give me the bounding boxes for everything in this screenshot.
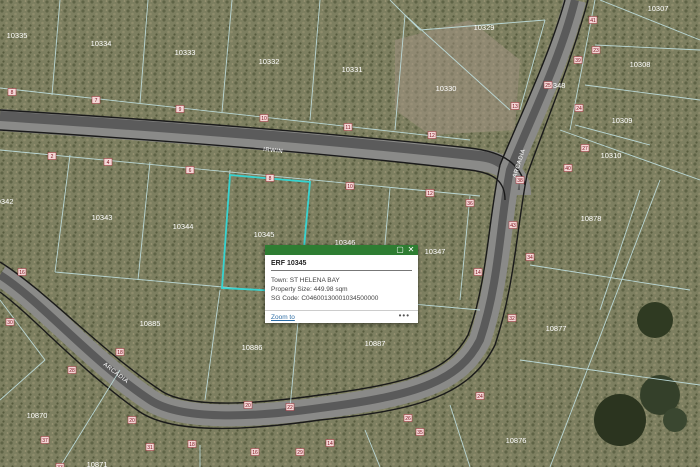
beacon-label: 12 [427, 191, 433, 197]
beacon-marker: 41 [588, 16, 598, 24]
beacon-label: 12 [429, 133, 435, 139]
popup-size: Property Size: 449.98 sqm [271, 286, 348, 293]
beacon-label: 30 [7, 320, 13, 326]
beacon-marker: 31 [145, 443, 155, 451]
beacon-label: 8 [11, 90, 14, 96]
beacon-label: 18 [189, 442, 195, 448]
beacon-marker: 35 [415, 428, 425, 436]
beacon-label: 4 [107, 160, 110, 166]
beacon-marker: 12 [427, 131, 437, 139]
beacon-marker: 18 [115, 348, 125, 356]
beacon-marker: 10 [259, 114, 269, 122]
beacon-marker: 23 [591, 46, 601, 54]
beacon-label: 32 [509, 316, 515, 322]
beacon-label: 29 [297, 450, 303, 456]
beacon-marker: 8 [7, 88, 17, 96]
beacon-marker: 11 [343, 123, 353, 131]
beacon-marker: 7 [91, 96, 101, 104]
beacon-label: 16 [19, 270, 25, 276]
beacon-label: 25 [545, 83, 551, 89]
beacon-marker: 24 [574, 104, 584, 112]
beacon-marker: 18 [187, 440, 197, 448]
feature-popup[interactable]: ▢ ✕ ERF 10345 Town: ST HELENA BAY Proper… [265, 245, 418, 323]
beacon-marker: 28 [67, 366, 77, 374]
beacon-label: 36 [467, 201, 473, 207]
beacon-label: 31 [147, 445, 153, 451]
beacon-label: 14 [475, 270, 481, 276]
beacon-marker: 22 [285, 403, 295, 411]
beacon-label: 35 [417, 430, 423, 436]
beacon-label: 6 [189, 168, 192, 174]
beacon-marker: 12 [425, 189, 435, 197]
map-view[interactable]: IRWIN ARCADIA ARCADIA 10335 10334 10333 … [0, 0, 700, 467]
beacon-marker: 16 [17, 268, 27, 276]
beacon-label: 18 [117, 350, 123, 356]
beacon-marker: 36 [465, 199, 475, 207]
beacon-marker: 27 [580, 144, 590, 152]
beacon-label: 14 [327, 441, 333, 447]
beacon-marker: 40 [563, 164, 573, 172]
popup-title: ERF 10345 [271, 260, 307, 267]
beacon-label: 34 [527, 255, 533, 261]
beacon-label: 24 [576, 106, 582, 112]
beacon-marker: 8 [265, 174, 275, 182]
beacon-marker: 30 [5, 318, 15, 326]
beacon-marker: 16 [250, 448, 260, 456]
beacon-label: 40 [565, 166, 571, 172]
maximize-icon[interactable]: ▢ [396, 246, 404, 254]
beacon-label: 20 [245, 403, 251, 409]
beacon-marker: 32 [507, 314, 517, 322]
beacon-label: 38 [517, 178, 523, 184]
beacon-label: 11 [345, 125, 350, 131]
beacon-marker: 6 [185, 166, 195, 174]
beacon-label: 16 [252, 450, 258, 456]
beacon-label: 43 [510, 223, 516, 229]
beacon-label: 22 [287, 405, 293, 411]
beacon-marker: 13 [510, 102, 520, 110]
beacon-marker: 9 [175, 105, 185, 113]
zoom-to-link[interactable]: Zoom to [271, 314, 295, 321]
beacon-label: 41 [590, 18, 596, 24]
beacon-marker: 24 [475, 392, 485, 400]
beacon-marker: 29 [295, 448, 305, 456]
beacon-marker: 4 [103, 158, 113, 166]
beacon-marker: 39 [573, 56, 583, 64]
beacon-label: 39 [575, 58, 581, 64]
beacon-label: 10 [261, 116, 267, 122]
beacon-marker: 38 [515, 176, 525, 184]
beacon-marker: 14 [473, 268, 483, 276]
beacon-label: 2 [51, 154, 54, 160]
beacon-marker: 14 [325, 439, 335, 447]
beacon-marker: 33 [55, 463, 65, 467]
close-icon[interactable]: ✕ [407, 246, 415, 254]
beacon-marker: 34 [525, 253, 535, 261]
popup-footer: Zoom to ••• [265, 310, 418, 323]
beacon-label: 8 [269, 176, 272, 182]
beacon-label: 13 [512, 104, 518, 110]
beacon-marker: 25 [543, 81, 553, 89]
beacon-marker: 10 [345, 182, 355, 190]
beacon-label: 27 [582, 146, 588, 152]
beacon-label: 37 [42, 438, 48, 444]
more-options-button[interactable]: ••• [399, 311, 410, 320]
beacon-label: 7 [95, 98, 98, 104]
beacon-marker: 20 [243, 401, 253, 409]
beacon-label: 24 [477, 394, 483, 400]
beacon-label: 23 [593, 48, 599, 54]
popup-header: ▢ ✕ [265, 245, 418, 255]
beacon-marker: 37 [40, 436, 50, 444]
beacon-label: 10 [347, 184, 353, 190]
beacon-marker: 26 [403, 414, 413, 422]
beacon-layer: 879101112132524232468101214161820 2224261… [5, 16, 601, 467]
beacon-label: 28 [69, 368, 75, 374]
beacon-marker: 2 [47, 152, 57, 160]
beacon-label: 20 [129, 418, 135, 424]
popup-sg-code: SG Code: C04600130001034500000 [271, 295, 379, 302]
beacon-marker: 20 [127, 416, 137, 424]
beacon-label: 9 [179, 107, 182, 113]
beacon-label: 26 [405, 416, 411, 422]
popup-town: Town: ST HELENA BAY [271, 277, 340, 284]
beacon-marker: 43 [508, 221, 518, 229]
